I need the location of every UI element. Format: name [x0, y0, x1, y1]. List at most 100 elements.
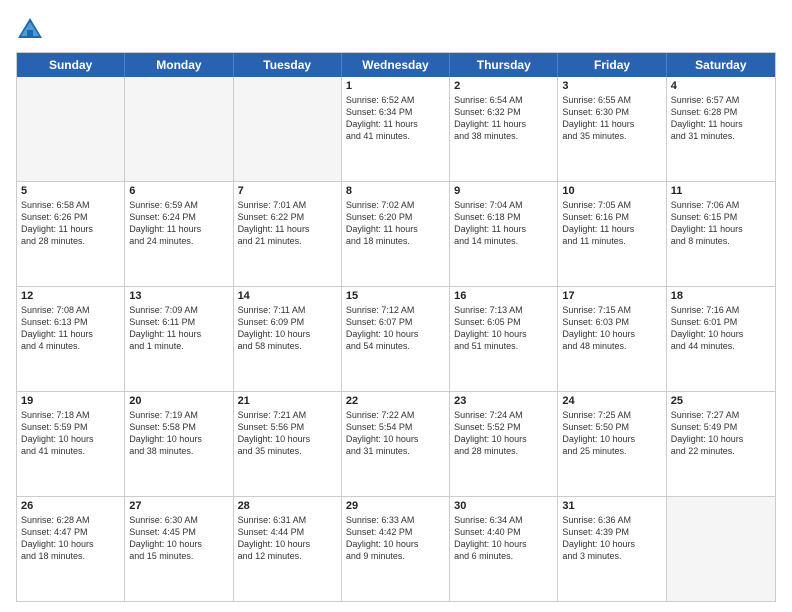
day-cell-31: 31Sunrise: 6:36 AMSunset: 4:39 PMDayligh…	[558, 497, 666, 601]
day-header-saturday: Saturday	[667, 53, 775, 77]
page-header	[16, 16, 776, 44]
day-cell-11: 11Sunrise: 7:06 AMSunset: 6:15 PMDayligh…	[667, 182, 775, 286]
day-number: 7	[238, 185, 337, 197]
day-info: Sunrise: 6:30 AMSunset: 4:45 PMDaylight:…	[129, 514, 228, 563]
day-cell-4: 4Sunrise: 6:57 AMSunset: 6:28 PMDaylight…	[667, 77, 775, 181]
day-number: 29	[346, 500, 445, 512]
day-header-sunday: Sunday	[17, 53, 125, 77]
day-cell-7: 7 Sunrise: 7:01 AMSunset: 6:22 PMDaylight…	[234, 182, 342, 286]
calendar-row-1: 5 Sunrise: 6:58 AMSunset: 6:26 PMDaylight…	[17, 181, 775, 286]
day-cell-9: 9 Sunrise: 7:04 AMSunset: 6:18 PMDaylight…	[450, 182, 558, 286]
day-info: Sunrise: 7:16 AMSunset: 6:01 PMDaylight:…	[671, 304, 771, 353]
day-number: 26	[21, 500, 120, 512]
day-cell-29: 29Sunrise: 6:33 AMSunset: 4:42 PMDayligh…	[342, 497, 450, 601]
day-info: Sunrise: 6:52 AMSunset: 6:34 PMDaylight:…	[346, 94, 445, 143]
logo-icon	[16, 16, 44, 44]
day-cell-17: 17 Sunrise: 7:15 AMSunset: 6:03 PMDayligh…	[558, 287, 666, 391]
day-cell-2: 2 Sunrise: 6:54 AMSunset: 6:32 PMDaylight…	[450, 77, 558, 181]
day-cell-25: 25 Sunrise: 7:27 AMSunset: 5:49 PMDayligh…	[667, 392, 775, 496]
day-info: Sunrise: 6:59 AMSunset: 6:24 PMDaylight:…	[129, 199, 228, 248]
day-number: 3	[562, 80, 661, 92]
day-number: 4	[671, 80, 771, 92]
day-cell-27: 27 Sunrise: 6:30 AMSunset: 4:45 PMDayligh…	[125, 497, 233, 601]
day-header-monday: Monday	[125, 53, 233, 77]
day-header-tuesday: Tuesday	[234, 53, 342, 77]
day-info: Sunrise: 7:09 AMSunset: 6:11 PMDaylight:…	[129, 304, 228, 353]
day-header-thursday: Thursday	[450, 53, 558, 77]
calendar-row-3: 19Sunrise: 7:18 AMSunset: 5:59 PMDayligh…	[17, 391, 775, 496]
day-info: Sunrise: 6:36 AMSunset: 4:39 PMDaylight:…	[562, 514, 661, 563]
day-cell-15: 15Sunrise: 7:12 AMSunset: 6:07 PMDayligh…	[342, 287, 450, 391]
day-number: 11	[671, 185, 771, 197]
day-number: 30	[454, 500, 553, 512]
day-cell-18: 18 Sunrise: 7:16 AMSunset: 6:01 PMDayligh…	[667, 287, 775, 391]
day-info: Sunrise: 7:18 AMSunset: 5:59 PMDaylight:…	[21, 409, 120, 458]
day-cell-23: 23Sunrise: 7:24 AMSunset: 5:52 PMDayligh…	[450, 392, 558, 496]
day-number: 2	[454, 80, 553, 92]
day-number: 20	[129, 395, 228, 407]
day-info: Sunrise: 7:22 AMSunset: 5:54 PMDaylight:…	[346, 409, 445, 458]
day-number: 12	[21, 290, 120, 302]
day-info: Sunrise: 7:15 AMSunset: 6:03 PMDaylight:…	[562, 304, 661, 353]
day-number: 18	[671, 290, 771, 302]
day-info: Sunrise: 6:31 AMSunset: 4:44 PMDaylight:…	[238, 514, 337, 563]
day-cell-8: 8 Sunrise: 7:02 AMSunset: 6:20 PMDaylight…	[342, 182, 450, 286]
day-number: 9	[454, 185, 553, 197]
calendar-header: SundayMondayTuesdayWednesdayThursdayFrid…	[17, 53, 775, 77]
day-cell-1: 1 Sunrise: 6:52 AMSunset: 6:34 PMDaylight…	[342, 77, 450, 181]
calendar-row-0: 1 Sunrise: 6:52 AMSunset: 6:34 PMDaylight…	[17, 77, 775, 181]
day-number: 25	[671, 395, 771, 407]
day-cell-14: 14 Sunrise: 7:11 AMSunset: 6:09 PMDayligh…	[234, 287, 342, 391]
day-info: Sunrise: 7:19 AMSunset: 5:58 PMDaylight:…	[129, 409, 228, 458]
day-number: 13	[129, 290, 228, 302]
day-number: 22	[346, 395, 445, 407]
day-info: Sunrise: 7:04 AMSunset: 6:18 PMDaylight:…	[454, 199, 553, 248]
day-number: 28	[238, 500, 337, 512]
day-info: Sunrise: 6:28 AMSunset: 4:47 PMDaylight:…	[21, 514, 120, 563]
day-cell-28: 28 Sunrise: 6:31 AMSunset: 4:44 PMDayligh…	[234, 497, 342, 601]
day-info: Sunrise: 6:54 AMSunset: 6:32 PMDaylight:…	[454, 94, 553, 143]
day-number: 8	[346, 185, 445, 197]
empty-cell	[17, 77, 125, 181]
day-number: 23	[454, 395, 553, 407]
calendar-body: 1 Sunrise: 6:52 AMSunset: 6:34 PMDaylight…	[17, 77, 775, 601]
day-info: Sunrise: 7:13 AMSunset: 6:05 PMDaylight:…	[454, 304, 553, 353]
day-info: Sunrise: 6:58 AMSunset: 6:26 PMDaylight:…	[21, 199, 120, 248]
empty-cell	[125, 77, 233, 181]
day-info: Sunrise: 7:27 AMSunset: 5:49 PMDaylight:…	[671, 409, 771, 458]
day-number: 27	[129, 500, 228, 512]
day-cell-13: 13 Sunrise: 7:09 AMSunset: 6:11 PMDayligh…	[125, 287, 233, 391]
logo	[16, 16, 48, 44]
day-cell-26: 26 Sunrise: 6:28 AMSunset: 4:47 PMDayligh…	[17, 497, 125, 601]
day-number: 21	[238, 395, 337, 407]
day-cell-21: 21 Sunrise: 7:21 AMSunset: 5:56 PMDayligh…	[234, 392, 342, 496]
day-info: Sunrise: 7:21 AMSunset: 5:56 PMDaylight:…	[238, 409, 337, 458]
day-info: Sunrise: 7:25 AMSunset: 5:50 PMDaylight:…	[562, 409, 661, 458]
day-info: Sunrise: 6:55 AMSunset: 6:30 PMDaylight:…	[562, 94, 661, 143]
day-cell-16: 16 Sunrise: 7:13 AMSunset: 6:05 PMDayligh…	[450, 287, 558, 391]
day-number: 17	[562, 290, 661, 302]
calendar-row-4: 26 Sunrise: 6:28 AMSunset: 4:47 PMDayligh…	[17, 496, 775, 601]
day-info: Sunrise: 7:02 AMSunset: 6:20 PMDaylight:…	[346, 199, 445, 248]
day-cell-3: 3 Sunrise: 6:55 AMSunset: 6:30 PMDaylight…	[558, 77, 666, 181]
day-number: 1	[346, 80, 445, 92]
day-cell-19: 19Sunrise: 7:18 AMSunset: 5:59 PMDayligh…	[17, 392, 125, 496]
day-header-friday: Friday	[558, 53, 666, 77]
day-info: Sunrise: 7:01 AMSunset: 6:22 PMDaylight:…	[238, 199, 337, 248]
day-number: 10	[562, 185, 661, 197]
day-cell-12: 12 Sunrise: 7:08 AMSunset: 6:13 PMDayligh…	[17, 287, 125, 391]
day-info: Sunrise: 6:34 AMSunset: 4:40 PMDaylight:…	[454, 514, 553, 563]
day-cell-10: 10 Sunrise: 7:05 AMSunset: 6:16 PMDayligh…	[558, 182, 666, 286]
day-cell-22: 22 Sunrise: 7:22 AMSunset: 5:54 PMDayligh…	[342, 392, 450, 496]
day-info: Sunrise: 7:08 AMSunset: 6:13 PMDaylight:…	[21, 304, 120, 353]
day-info: Sunrise: 7:11 AMSunset: 6:09 PMDaylight:…	[238, 304, 337, 353]
empty-cell	[667, 497, 775, 601]
day-cell-20: 20 Sunrise: 7:19 AMSunset: 5:58 PMDayligh…	[125, 392, 233, 496]
day-number: 14	[238, 290, 337, 302]
day-number: 24	[562, 395, 661, 407]
day-number: 6	[129, 185, 228, 197]
day-info: Sunrise: 7:05 AMSunset: 6:16 PMDaylight:…	[562, 199, 661, 248]
day-cell-24: 24 Sunrise: 7:25 AMSunset: 5:50 PMDayligh…	[558, 392, 666, 496]
day-number: 16	[454, 290, 553, 302]
day-number: 5	[21, 185, 120, 197]
